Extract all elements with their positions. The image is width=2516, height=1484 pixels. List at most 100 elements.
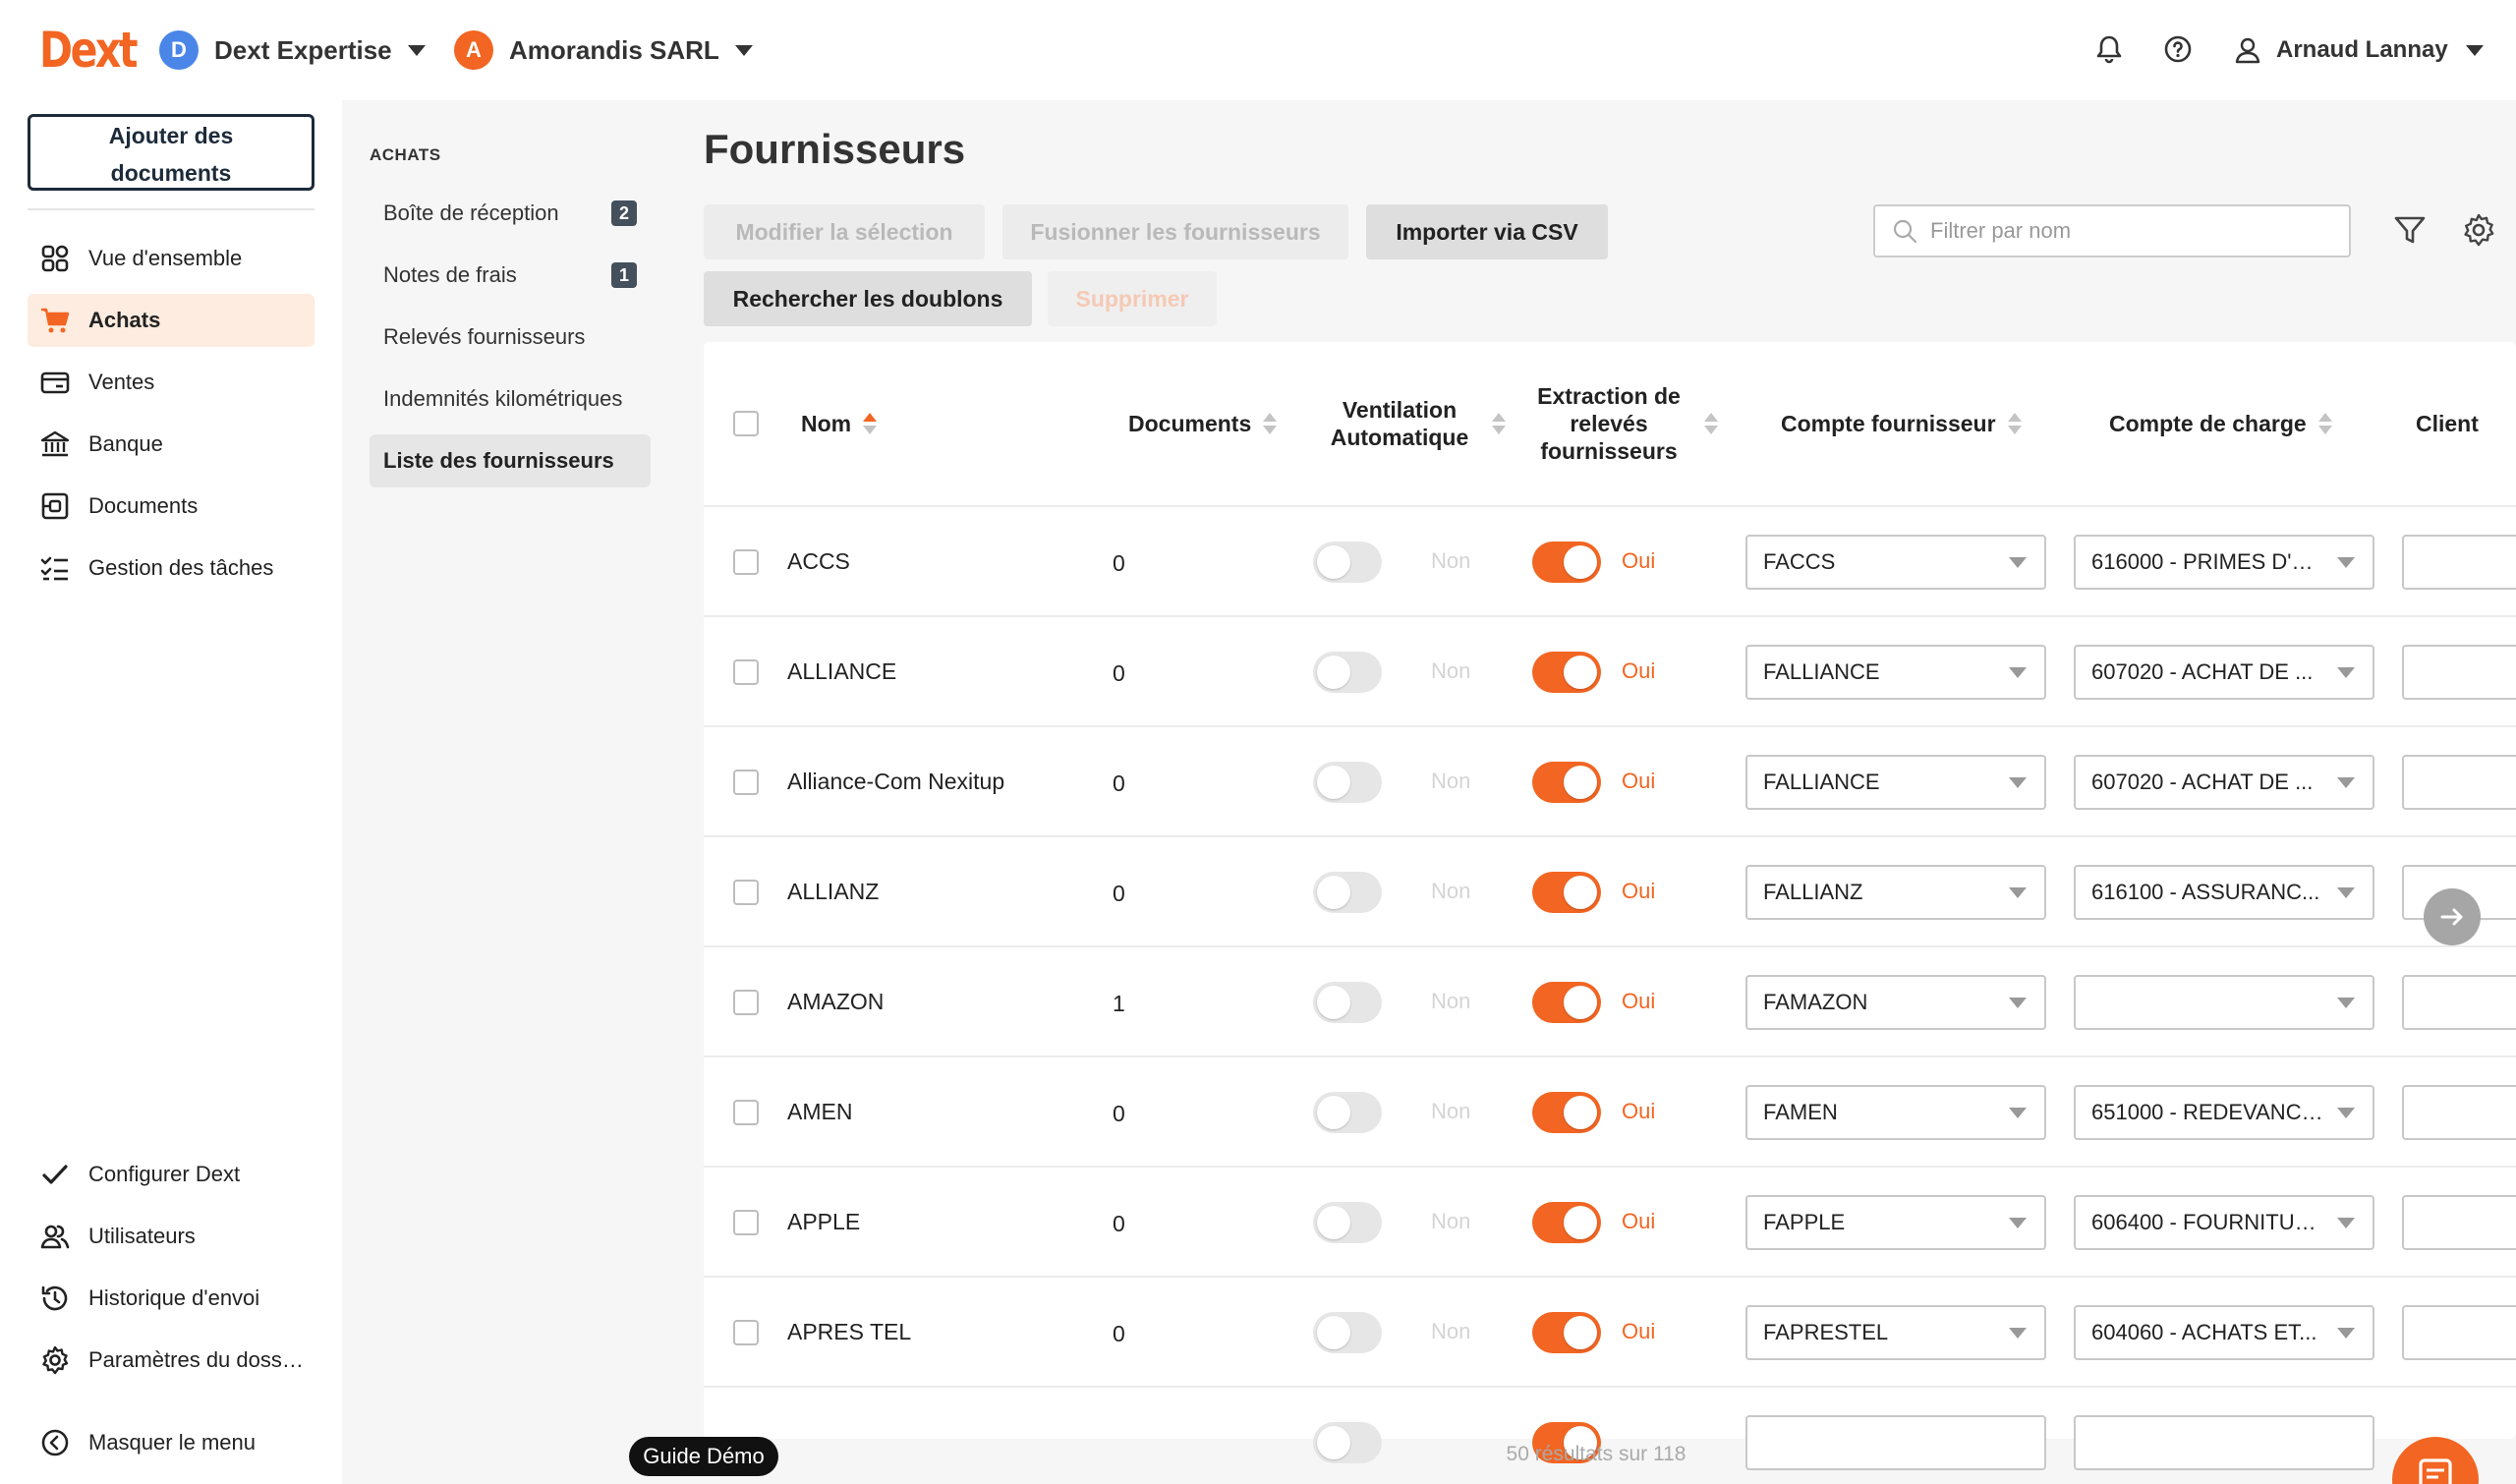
supplier-account-select[interactable]: FAMEN xyxy=(1745,1085,2046,1140)
table-row[interactable]: AMEN 0 Non Oui FAMEN 651000 - REDEVANCE.… xyxy=(704,1057,2516,1168)
nav-users[interactable]: Utilisateurs xyxy=(28,1210,314,1263)
supplier-account-select[interactable]: FAMAZON xyxy=(1745,975,2046,1030)
demo-guide-button[interactable]: Guide Démo xyxy=(629,1437,778,1476)
extraction-toggle[interactable] xyxy=(1532,652,1601,693)
ventilation-toggle[interactable] xyxy=(1313,1092,1382,1133)
charge-account-select[interactable]: 616000 - PRIMES D'A... xyxy=(2074,535,2374,590)
table-row[interactable]: ACCS 0 Non Oui FACCS 616000 - PRIMES D'A… xyxy=(704,507,2516,617)
row-checkbox[interactable] xyxy=(733,549,759,575)
user-menu[interactable]: Arnaud Lannay xyxy=(2233,28,2484,73)
column-header-client[interactable]: Client xyxy=(2416,342,2479,505)
search-input[interactable]: Filtrer par nom xyxy=(1873,204,2351,257)
submenu-suppliers[interactable]: Liste des fournisseurs xyxy=(370,434,651,487)
row-checkbox[interactable] xyxy=(733,659,759,685)
add-documents-button[interactable]: Ajouter des documents xyxy=(28,114,314,191)
submenu-expenses[interactable]: Notes de frais 1 xyxy=(370,249,651,302)
submenu-statements[interactable]: Relevés fournisseurs xyxy=(370,311,651,364)
nav-bank[interactable]: Banque xyxy=(28,418,314,471)
supplier-account-select[interactable]: FALLIANCE xyxy=(1745,645,2046,700)
ventilation-toggle[interactable] xyxy=(1313,1202,1382,1243)
column-header-documents[interactable]: Documents xyxy=(1128,342,1278,505)
client-select[interactable] xyxy=(2402,1195,2516,1250)
extraction-toggle[interactable] xyxy=(1532,1092,1601,1133)
column-header-name[interactable]: Nom xyxy=(801,342,878,505)
nav-configure[interactable]: Configurer Dext xyxy=(28,1148,314,1201)
extraction-toggle[interactable] xyxy=(1532,542,1601,583)
table-row[interactable] xyxy=(704,1388,2516,1484)
column-header-charge-account[interactable]: Compte de charge xyxy=(2109,342,2332,505)
nav-sales[interactable]: Ventes xyxy=(28,356,314,409)
charge-account-select[interactable]: 607020 - ACHAT DE ... xyxy=(2074,645,2374,700)
ventilation-toggle[interactable] xyxy=(1313,652,1382,693)
import-csv-button[interactable]: Importer via CSV xyxy=(1366,204,1608,259)
extraction-toggle[interactable] xyxy=(1532,1312,1601,1353)
charge-account-select[interactable]: 651000 - REDEVANCE... xyxy=(2074,1085,2374,1140)
row-checkbox[interactable] xyxy=(733,1210,759,1235)
row-checkbox[interactable] xyxy=(733,1100,759,1125)
client-select[interactable] xyxy=(2402,975,2516,1030)
dext-logo[interactable]: Dext xyxy=(39,22,139,79)
extraction-toggle[interactable] xyxy=(1532,872,1601,913)
nav-purchases[interactable]: Achats xyxy=(28,294,314,347)
filter-icon[interactable] xyxy=(2390,210,2430,250)
supplier-account-select[interactable]: FACCS xyxy=(1745,535,2046,590)
table-row[interactable]: ALLIANCE 0 Non Oui FALLIANCE 607020 - AC… xyxy=(704,617,2516,727)
row-checkbox[interactable] xyxy=(733,990,759,1015)
nav-tasks[interactable]: Gestion des tâches xyxy=(28,542,314,595)
column-header-extraction[interactable]: Extraction de relevés fournisseurs xyxy=(1525,342,1742,505)
ventilation-toggle[interactable] xyxy=(1313,872,1382,913)
help-icon[interactable] xyxy=(2158,29,2198,69)
client-select[interactable] xyxy=(2402,755,2516,810)
extraction-toggle[interactable] xyxy=(1532,762,1601,803)
toggle-label: Oui xyxy=(1622,1209,1656,1233)
modify-selection-button[interactable]: Modifier la sélection xyxy=(704,204,985,259)
charge-account-select[interactable]: 616100 - ASSURANC... xyxy=(2074,865,2374,920)
settings-icon[interactable] xyxy=(2459,210,2498,250)
extraction-toggle[interactable] xyxy=(1532,982,1601,1023)
table-row[interactable]: APPLE 0 Non Oui FAPPLE 606400 - FOURNITU… xyxy=(704,1168,2516,1278)
nav-documents[interactable]: Documents xyxy=(28,480,314,533)
extraction-toggle[interactable] xyxy=(1532,1202,1601,1243)
hide-menu-button[interactable]: Masquer le menu xyxy=(28,1416,314,1469)
practice-switcher[interactable]: D Dext Expertise xyxy=(159,28,426,73)
row-checkbox[interactable] xyxy=(733,770,759,795)
find-duplicates-button[interactable]: Rechercher les doublons xyxy=(704,271,1032,326)
supplier-account-select[interactable]: FALLIANZ xyxy=(1745,865,2046,920)
caret-down-icon xyxy=(2337,1217,2355,1228)
client-select[interactable] xyxy=(2402,1305,2516,1360)
submenu-inbox[interactable]: Boîte de réception 2 xyxy=(370,187,651,240)
row-checkbox[interactable] xyxy=(733,1320,759,1345)
charge-account-select[interactable]: 604060 - ACHATS ET... xyxy=(2074,1305,2374,1360)
client-switcher[interactable]: A Amorandis SARL xyxy=(454,28,753,73)
ventilation-toggle[interactable] xyxy=(1313,982,1382,1023)
column-header-ventilation[interactable]: Ventilation Automatique xyxy=(1319,342,1515,505)
nav-history[interactable]: Historique d'envoi xyxy=(28,1272,314,1325)
client-select[interactable] xyxy=(2402,645,2516,700)
client-select[interactable] xyxy=(2402,1085,2516,1140)
ventilation-toggle[interactable] xyxy=(1313,1312,1382,1353)
column-header-supplier-account[interactable]: Compte fournisseur xyxy=(1781,342,2022,505)
table-row[interactable]: ALLIANZ 0 Non Oui FALLIANZ 616100 - ASSU… xyxy=(704,837,2516,947)
charge-account-select[interactable] xyxy=(2074,975,2374,1030)
submenu-mileage[interactable]: Indemnités kilométriques xyxy=(370,372,651,426)
nav-settings[interactable]: Paramètres du doss… xyxy=(28,1334,314,1387)
select-all-checkbox[interactable] xyxy=(733,411,759,436)
charge-account-select[interactable]: 606400 - FOURNITUR... xyxy=(2074,1195,2374,1250)
nav-overview[interactable]: Vue d'ensemble xyxy=(28,232,314,285)
ventilation-toggle[interactable] xyxy=(1313,542,1382,583)
charge-account-select[interactable]: 607020 - ACHAT DE ... xyxy=(2074,755,2374,810)
scroll-right-button[interactable] xyxy=(2424,888,2481,945)
bell-icon[interactable] xyxy=(2089,29,2129,69)
supplier-account-select[interactable]: FAPPLE xyxy=(1745,1195,2046,1250)
merge-suppliers-button[interactable]: Fusionner les fournisseurs xyxy=(1002,204,1348,259)
ventilation-toggle[interactable] xyxy=(1313,762,1382,803)
row-checkbox[interactable] xyxy=(733,880,759,905)
client-select[interactable] xyxy=(2402,535,2516,590)
top-bar: Dext D Dext Expertise A Amorandis SARL A… xyxy=(0,0,2516,100)
table-row[interactable]: APRES TEL 0 Non Oui FAPRESTEL 604060 - A… xyxy=(704,1278,2516,1388)
table-row[interactable]: AMAZON 1 Non Oui FAMAZON xyxy=(704,947,2516,1057)
supplier-account-select[interactable]: FAPRESTEL xyxy=(1745,1305,2046,1360)
delete-button[interactable]: Supprimer xyxy=(1048,271,1217,326)
table-row[interactable]: Alliance-Com Nexitup 0 Non Oui FALLIANCE… xyxy=(704,727,2516,837)
supplier-account-select[interactable]: FALLIANCE xyxy=(1745,755,2046,810)
